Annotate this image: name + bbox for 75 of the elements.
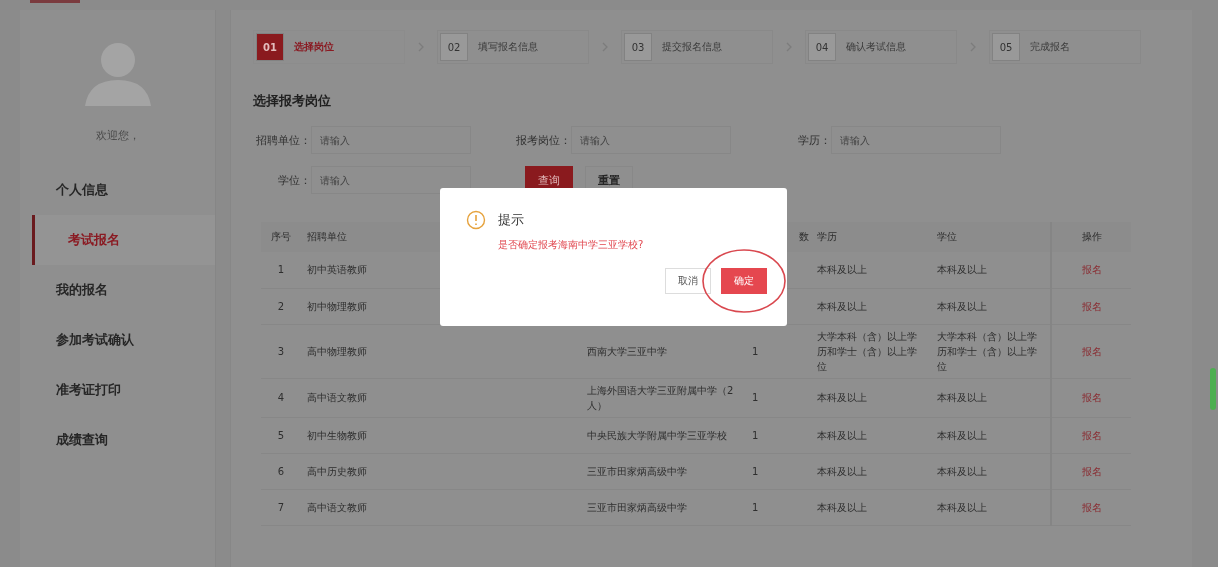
step-label: 完成报名 bbox=[1030, 40, 1070, 54]
table-cell: 2 bbox=[261, 288, 301, 324]
table-cell: 1 bbox=[261, 252, 301, 288]
scrollbar-thumb[interactable] bbox=[1210, 368, 1216, 410]
table-cell: 大学本科（含）以上学历和学士（含）以上学位 bbox=[811, 324, 931, 378]
table-cell: 4 bbox=[261, 378, 301, 417]
welcome-text: 欢迎您， bbox=[95, 128, 140, 143]
table-cell: 本科及以上 bbox=[931, 252, 1051, 288]
step-label: 填写报名信息 bbox=[478, 40, 538, 54]
apply-link[interactable]: 报名 bbox=[1081, 501, 1102, 513]
input-field[interactable]: 请输入 bbox=[571, 126, 731, 154]
sidebar-item[interactable]: 个人信息 bbox=[20, 165, 215, 215]
table-cell: 本科及以上 bbox=[811, 288, 931, 324]
input-field[interactable]: 请输入 bbox=[831, 126, 1001, 154]
table-cell: 本科及以上 bbox=[931, 378, 1051, 417]
table-cell: 本科及以上 bbox=[931, 288, 1051, 324]
filter-label: 招聘单位： bbox=[255, 132, 311, 148]
table-cell: 本科及以上 bbox=[811, 489, 931, 525]
step-number: 05 bbox=[992, 33, 1020, 61]
table-cell: 1 bbox=[746, 453, 811, 489]
table-cell: 中央民族大学附属中学三亚学校 bbox=[581, 417, 746, 453]
table-cell: 三亚市田家炳高级中学 bbox=[581, 453, 746, 489]
section-title: 选择报考岗位 bbox=[253, 92, 332, 110]
sidebar-item[interactable]: 参加考试确认 bbox=[20, 315, 215, 365]
table-cell: 本科及以上 bbox=[811, 378, 931, 417]
active-indicator bbox=[30, 0, 80, 3]
input-field[interactable]: 请输入 bbox=[311, 126, 471, 154]
table-cell: 本科及以上 bbox=[931, 417, 1051, 453]
warning-icon bbox=[466, 210, 486, 230]
table-cell: 高中语文教师 bbox=[301, 378, 581, 417]
table-cell: 本科及以上 bbox=[931, 453, 1051, 489]
apply-link[interactable]: 报名 bbox=[1081, 429, 1102, 441]
filter-label: 报考岗位： bbox=[515, 132, 571, 148]
table-cell: 本科及以上 bbox=[811, 453, 931, 489]
step-number: 04 bbox=[808, 33, 836, 61]
table-cell: 6 bbox=[261, 453, 301, 489]
step-label: 选择岗位 bbox=[294, 40, 334, 54]
table-cell: 5 bbox=[261, 417, 301, 453]
table-cell: 7 bbox=[261, 489, 301, 525]
table-cell: 本科及以上 bbox=[811, 252, 931, 288]
table-cell: 3 bbox=[261, 324, 301, 378]
sidebar-item[interactable]: 成绩查询 bbox=[20, 415, 215, 465]
step-number: 03 bbox=[624, 33, 652, 61]
filter-label: 学历： bbox=[797, 132, 831, 148]
sidebar-item[interactable]: 我的报名 bbox=[20, 265, 215, 315]
table-cell: 本科及以上 bbox=[811, 417, 931, 453]
table-cell: 1 bbox=[746, 417, 811, 453]
sidebar-item[interactable]: 考试报名 bbox=[32, 215, 215, 265]
apply-link[interactable]: 报名 bbox=[1081, 465, 1102, 477]
step-tab[interactable]: 05 完成报名 bbox=[989, 30, 1141, 64]
step-number: 02 bbox=[440, 33, 468, 61]
table-cell: 初中生物教师 bbox=[301, 417, 581, 453]
step-tab[interactable]: 03 提交报名信息 bbox=[621, 30, 773, 64]
step-number: 01 bbox=[256, 33, 284, 61]
table-cell: 高中语文教师 bbox=[301, 489, 581, 525]
step-label: 提交报名信息 bbox=[662, 40, 722, 54]
table-cell: 上海外国语大学三亚附属中学（2人） bbox=[581, 378, 746, 417]
cancel-button[interactable]: 取消 bbox=[665, 268, 711, 294]
table-cell: 大学本科（含）以上学历和学士（含）以上学位 bbox=[931, 324, 1051, 378]
step-label: 确认考试信息 bbox=[846, 40, 906, 54]
table-cell: 三亚市田家炳高级中学 bbox=[581, 489, 746, 525]
sidebar-item[interactable]: 准考证打印 bbox=[20, 365, 215, 415]
step-tab[interactable]: 04 确认考试信息 bbox=[805, 30, 957, 64]
apply-link[interactable]: 报名 bbox=[1081, 300, 1102, 312]
apply-link[interactable]: 报名 bbox=[1081, 345, 1102, 357]
table-cell: 高中历史教师 bbox=[301, 453, 581, 489]
table-cell: 本科及以上 bbox=[931, 489, 1051, 525]
step-tab[interactable]: 02 填写报名信息 bbox=[437, 30, 589, 64]
filter-label: 学位： bbox=[277, 172, 311, 188]
apply-link[interactable]: 报名 bbox=[1081, 264, 1102, 276]
table-cell: 1 bbox=[746, 378, 811, 417]
table-cell: 1 bbox=[746, 489, 811, 525]
apply-link[interactable]: 报名 bbox=[1081, 392, 1102, 403]
confirm-button[interactable]: 确定 bbox=[721, 268, 767, 294]
input-field[interactable]: 请输入 bbox=[311, 166, 471, 194]
